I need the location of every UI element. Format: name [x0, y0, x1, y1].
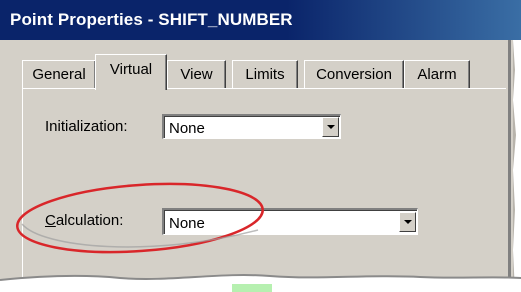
chevron-down-icon [404, 220, 412, 224]
tab-general[interactable]: General [22, 60, 96, 88]
initialization-select[interactable]: None [162, 114, 341, 139]
tab-conversion[interactable]: Conversion [304, 60, 404, 88]
tab-limits[interactable]: Limits [232, 60, 298, 88]
chevron-down-icon [327, 125, 335, 129]
highlight-ellipse [16, 182, 264, 254]
tab-view[interactable]: View [167, 60, 226, 88]
window-right-edge [508, 40, 521, 292]
point-properties-dialog: Point Properties - SHIFT_NUMBER General … [0, 0, 521, 292]
initialization-dropdown-button[interactable] [322, 117, 339, 137]
calculation-dropdown-button[interactable] [399, 212, 416, 232]
tab-alarm[interactable]: Alarm [404, 60, 470, 88]
torn-edge-decoration [0, 274, 521, 292]
initialization-label: Initialization: [45, 118, 128, 135]
initialization-value: None [169, 120, 205, 137]
title-bar[interactable]: Point Properties - SHIFT_NUMBER [0, 0, 521, 40]
tab-virtual[interactable]: Virtual [95, 54, 167, 90]
window-title: Point Properties - SHIFT_NUMBER [10, 10, 293, 29]
